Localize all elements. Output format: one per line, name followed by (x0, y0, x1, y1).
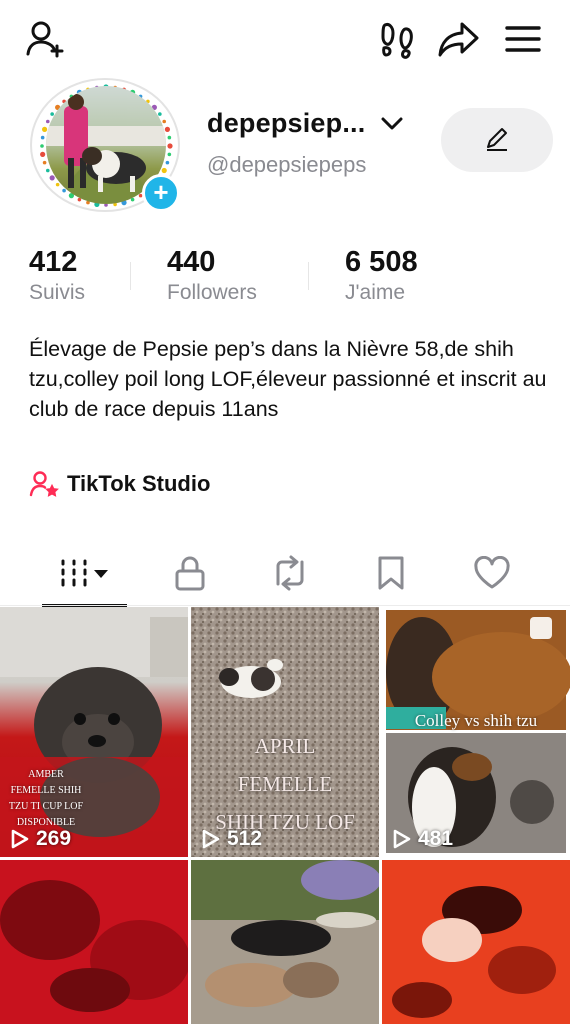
video-caption-overlay: AMBER FEMELLE SHIH TZU TI CUP LOF DISPON… (8, 769, 84, 828)
share-arrow-icon (438, 22, 479, 57)
repost-icon (276, 555, 304, 591)
tab-private[interactable] (155, 548, 225, 598)
following-label: Suivis (29, 281, 86, 304)
video-grid: AMBER FEMELLE SHIH TZU TI CUP LOF DISPON… (0, 607, 570, 1024)
avatar-dot (167, 152, 172, 157)
following-count: 412 (29, 246, 78, 278)
edit-profile-button[interactable] (441, 108, 553, 172)
play-icon (202, 829, 220, 849)
pencil-icon (487, 128, 507, 151)
profile-bio: Élevage de Pepsie pep’s dans la Nièvre 5… (29, 337, 547, 421)
video-thumbnail-image (0, 860, 188, 1024)
video-thumbnail[interactable] (0, 860, 188, 1024)
stat-divider (308, 262, 309, 290)
avatar-dot (40, 135, 45, 140)
video-caption-overlay: Colley vs shih tzu (414, 711, 538, 730)
lock-icon (175, 556, 205, 591)
stat-likes[interactable]: 6 508 J'aime (345, 246, 418, 305)
video-thumbnail-image (382, 860, 570, 1024)
avatar-dot (62, 188, 66, 193)
view-count-value: 481 (418, 827, 454, 850)
avatar-dot (41, 126, 48, 132)
video-thumbnail[interactable]: APRIL FEMELLE SHIH TZU LOF 512 (191, 607, 379, 857)
add-story-button[interactable]: + (142, 174, 180, 212)
video-caption-overlay: APRIL FEMELLE SHIH TZU LOF (215, 734, 355, 834)
tab-liked[interactable] (457, 548, 527, 598)
avatar-dot (162, 119, 167, 124)
avatar-dot (161, 167, 167, 174)
person-plus-icon (26, 21, 64, 58)
stat-following[interactable]: 412 Suivis (29, 246, 85, 305)
display-name: depepsiep... (207, 108, 366, 138)
video-thumbnail[interactable] (191, 860, 379, 1024)
followers-label: Followers (167, 281, 257, 304)
grid-bars-icon (61, 559, 108, 587)
view-count: 512 (201, 827, 262, 851)
add-friend-button[interactable] (22, 16, 68, 62)
footprints-icon (381, 23, 413, 59)
menu-button[interactable] (500, 16, 546, 62)
stat-followers[interactable]: 440 Followers (167, 246, 257, 305)
view-count-value: 269 (36, 827, 72, 850)
avatar-dot (164, 126, 171, 132)
play-icon (11, 829, 29, 849)
username-handle: @depepsiepeps (207, 152, 367, 177)
tiktok-studio-link[interactable]: TikTok Studio (29, 470, 210, 498)
play-icon (393, 829, 411, 849)
video-thumbnail[interactable]: AMBER FEMELLE SHIH TZU TI CUP LOF DISPON… (0, 607, 188, 857)
avatar-dot (49, 175, 55, 181)
tab-reposts[interactable] (255, 548, 325, 598)
avatar-dot (165, 160, 170, 165)
content-tabs (0, 548, 570, 607)
tabs-divider (0, 605, 570, 606)
video-thumbnail[interactable] (382, 860, 570, 1024)
view-count-value: 512 (227, 827, 263, 850)
video-thumbnail-image (386, 610, 570, 853)
person-star-icon (29, 471, 59, 497)
view-count: 269 (10, 827, 71, 851)
avatar-dot (55, 182, 60, 187)
share-profile-button[interactable] (436, 16, 482, 62)
tiktok-studio-label: TikTok Studio (67, 471, 211, 496)
avatar-dot (42, 160, 47, 165)
top-bar (0, 0, 570, 80)
account-switcher[interactable]: depepsiep... (207, 108, 403, 139)
avatar-dot (40, 144, 44, 148)
heart-icon (474, 556, 510, 589)
bookmark-icon (378, 556, 404, 590)
video-thumbnail-image (191, 860, 379, 1024)
likes-label: J'aime (345, 281, 406, 304)
avatar-dot (45, 168, 50, 173)
avatar-dot (167, 143, 173, 149)
hamburger-menu-icon (505, 26, 541, 52)
view-count: 481 (392, 827, 453, 851)
avatar-dot (40, 151, 46, 157)
chevron-down-icon (381, 117, 403, 129)
video-thumbnail[interactable]: Colley vs shih tzu 481 (382, 607, 570, 857)
tab-favorites[interactable] (356, 548, 426, 598)
stat-divider (130, 262, 131, 290)
tab-videos[interactable] (50, 548, 116, 598)
avatar-dot (158, 112, 162, 116)
avatar[interactable]: + (30, 78, 180, 212)
profile-views-button[interactable] (374, 16, 420, 62)
likes-count: 6 508 (345, 246, 418, 278)
avatar-dot (167, 135, 172, 140)
multi-image-icon (530, 617, 552, 639)
followers-count: 440 (167, 246, 216, 278)
